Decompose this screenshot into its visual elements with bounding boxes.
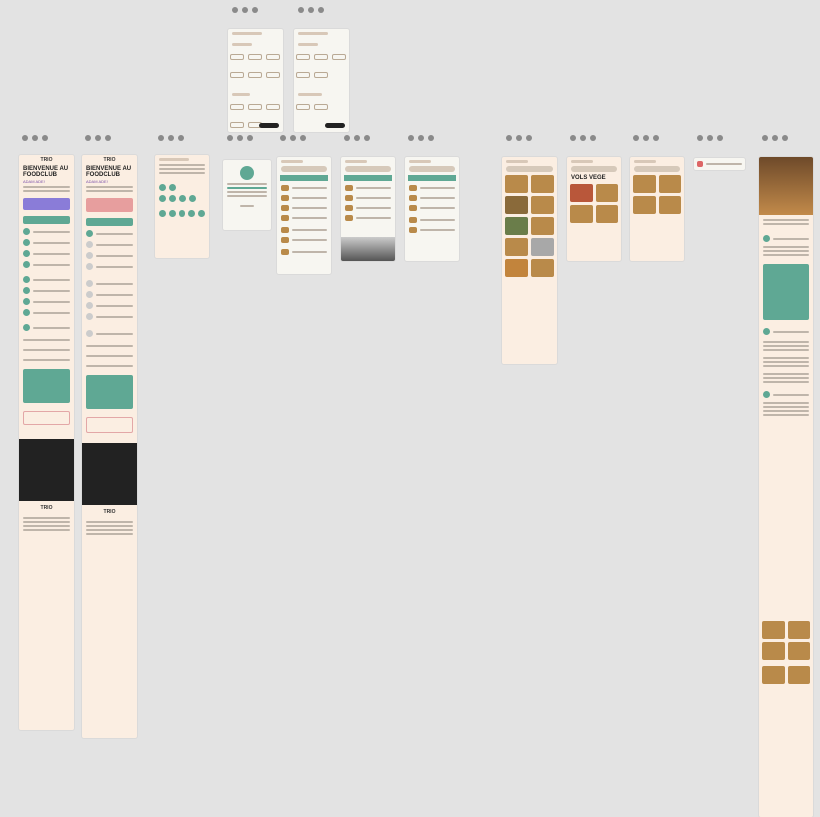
list-screen-1 (277, 157, 331, 274)
window-controls-list-1 (280, 135, 306, 141)
apply-button[interactable] (259, 123, 279, 128)
window-controls-detail (762, 135, 788, 141)
account-menu-1: TRIO BIENVENUE AU FOODCLUB ADAM ADE! TRI… (19, 155, 74, 730)
window-controls-settings (158, 135, 184, 141)
account-menu-2: TRIO BIENVENUE AU FOODCLUB ADAM ADE! TRI… (82, 155, 137, 738)
apply-button[interactable] (325, 123, 345, 128)
window-controls-modal (227, 135, 253, 141)
window-controls-list-2 (344, 135, 370, 141)
filter-sheet-a (228, 29, 283, 132)
welcome-heading: BIENVENUE AU FOODCLUB (23, 166, 69, 178)
dialog (223, 160, 271, 230)
settings-form (155, 155, 209, 258)
recipe-grid-1 (502, 157, 557, 364)
window-controls-grid-2 (570, 135, 596, 141)
notification-toast (694, 158, 745, 170)
window-controls-grid-1 (506, 135, 532, 141)
filter-sheet-b (294, 29, 349, 132)
brand-logo: TRIO (103, 157, 116, 163)
welcome-subtitle: ADAM ADE! (23, 179, 45, 184)
recipe-detail-page (759, 157, 813, 817)
window-controls-grid-3 (633, 135, 659, 141)
window-controls-toast (697, 135, 723, 141)
brand-logo: TRIO (40, 157, 53, 163)
window-controls-filters-b (298, 7, 324, 13)
list-screen-3 (405, 157, 459, 261)
window-controls-list-3 (408, 135, 434, 141)
list-screen-2 (341, 157, 395, 261)
window-controls-filters-a (232, 7, 258, 13)
window-controls-menu-1 (22, 135, 48, 141)
window-controls-menu-2 (85, 135, 111, 141)
recipe-grid-3 (630, 157, 684, 261)
recipe-grid-2: VOLS VEGE (567, 157, 621, 261)
